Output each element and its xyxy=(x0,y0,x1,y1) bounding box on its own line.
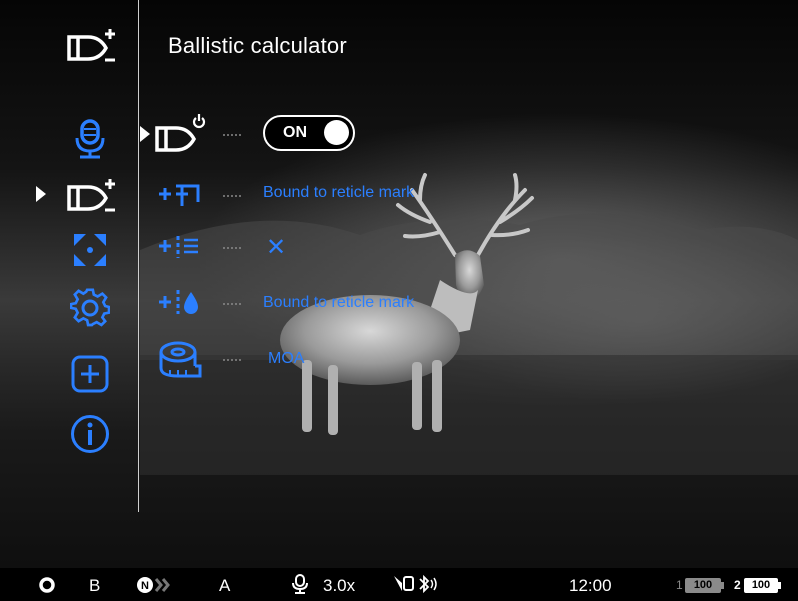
bound-reticle-icon[interactable] xyxy=(158,178,206,210)
battery2-label: 2 xyxy=(734,578,741,592)
battery2-indicator: 100 xyxy=(744,578,778,593)
row-leader-dots xyxy=(222,303,242,305)
battery1-indicator: 100 xyxy=(685,578,721,593)
plus-square-icon[interactable] xyxy=(71,355,109,393)
battery1-tip xyxy=(721,582,724,589)
clock: 12:00 xyxy=(569,576,612,595)
row-value[interactable]: MOA xyxy=(268,350,304,368)
row-leader-dots xyxy=(222,195,242,197)
ballistic-toggle[interactable]: ON xyxy=(263,115,355,151)
row-leader-dots xyxy=(222,359,242,361)
selected-row-arrow xyxy=(140,126,150,142)
battery2-tip xyxy=(778,582,781,589)
microphone-icon[interactable] xyxy=(70,118,110,160)
toggle-knob xyxy=(324,120,349,145)
menu-divider xyxy=(138,0,139,512)
svg-text:N: N xyxy=(141,580,149,592)
reticle-list-icon[interactable] xyxy=(158,230,206,262)
record-icon xyxy=(39,577,55,593)
tape-measure-icon[interactable] xyxy=(158,340,204,380)
info-icon[interactable] xyxy=(70,414,110,454)
toggle-label: ON xyxy=(283,124,307,141)
mode-label: B xyxy=(89,576,101,595)
battery1-value: 100 xyxy=(693,579,713,591)
ballistic-calculator-icon xyxy=(66,26,120,66)
row-value[interactable]: Bound to reticle mark xyxy=(263,184,414,202)
row-leader-dots xyxy=(222,134,242,136)
profile-label: A xyxy=(219,576,231,595)
page-title: Ballistic calculator xyxy=(168,33,347,58)
ballistic-calculator-icon[interactable] xyxy=(66,176,120,216)
battery2-value: 100 xyxy=(751,579,771,591)
gear-icon[interactable] xyxy=(69,288,111,328)
row-leader-dots xyxy=(222,247,242,249)
wifi-bluetooth-icon xyxy=(394,574,437,594)
microphone-icon xyxy=(292,574,308,594)
reticle-move-icon[interactable] xyxy=(70,230,110,270)
drop-reticle-icon[interactable] xyxy=(158,286,206,318)
row-value-off[interactable]: ✕ xyxy=(266,233,286,262)
ballistic-power-icon[interactable] xyxy=(154,112,210,156)
selected-item-arrow xyxy=(36,186,46,202)
zoom-level: 3.0x xyxy=(323,576,356,595)
row-value[interactable]: Bound to reticle mark xyxy=(263,294,414,312)
navigation-icon: N xyxy=(137,577,170,593)
status-bar: B N A 3.0x 12:00 1 100 2 100 xyxy=(0,568,798,601)
battery1-label: 1 xyxy=(676,578,683,592)
